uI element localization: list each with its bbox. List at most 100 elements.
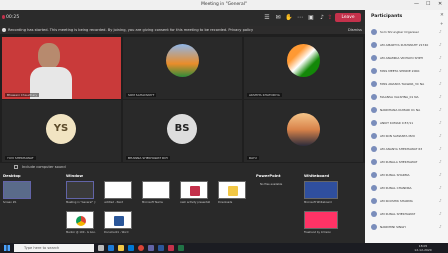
video-grid: Bhawani Chaudhary SOM SAHAYANIYT AKSHITA… — [0, 35, 365, 163]
tile-name: RAYU — [247, 156, 259, 160]
chrome-taskbar-icon[interactable] — [138, 245, 144, 251]
minimize-button[interactable]: — — [414, 1, 419, 7]
window-thumbnail[interactable] — [104, 211, 132, 229]
window-title: Meeting in "General" — [201, 2, 247, 7]
window-thumbnail[interactable] — [180, 181, 208, 199]
camera-icon[interactable]: ▣ — [307, 14, 315, 22]
participant-avatar — [371, 198, 377, 204]
whiteboard-thumbnail-label: Freehand by InVision — [304, 231, 332, 234]
video-tile[interactable]: RAYU — [244, 100, 363, 162]
participant-row[interactable]: Som Shrungbar Organiser ♪ — [369, 28, 447, 37]
window-thumbnail[interactable] — [142, 181, 170, 199]
powerpoint-taskbar-icon[interactable] — [168, 245, 174, 251]
raise-hand-icon[interactable]: ✋ — [285, 14, 293, 22]
teams-icon[interactable] — [148, 245, 154, 251]
mic-icon[interactable]: ♪ — [318, 14, 326, 22]
mic-muted-icon: ♪ — [439, 198, 442, 203]
participant-row[interactable]: AM KON SAMANTA M20 ♪ — [369, 132, 447, 141]
video-tile[interactable]: Bhawani Chaudhary — [2, 37, 121, 99]
include-sound-checkbox[interactable] — [14, 165, 18, 169]
participant-name: MISS ANANYA TALWAR_3C NA — [380, 81, 425, 86]
participant-row[interactable]: AM ANANYA SHEKHAWAT 63 ♪ — [369, 145, 447, 154]
participants-title: Participants — [371, 14, 403, 19]
more-icon[interactable]: ⋯ — [296, 14, 304, 22]
mic-muted-icon: ♪ — [439, 55, 442, 60]
participant-row[interactable]: AM KUNALA SHEKHAWAT ♪ — [369, 158, 447, 167]
participant-row[interactable]: AM KUNAL CHANDRA ♪ — [369, 184, 447, 193]
participant-avatar — [371, 42, 377, 48]
participant-name: AM ANAMIKA VIDHAYO SHPH — [380, 55, 423, 60]
meeting-toolbar: 00:25 ☰ ✉ ✋ ⋯ ▣ ♪ ⇪ Leave — [0, 10, 365, 26]
participant-row[interactable]: AM AMARTYA KUSHWAHT 21740 ♪ — [369, 41, 447, 50]
participant-avatar — [371, 224, 377, 230]
edge-icon[interactable] — [108, 245, 114, 251]
window-thumbnail[interactable] — [66, 181, 94, 199]
word-taskbar-icon[interactable] — [158, 245, 164, 251]
mic-muted-icon: ♪ — [439, 81, 442, 86]
close-panel-icon[interactable]: ✕ — [440, 13, 444, 18]
participant-name: AM AMARTYA KUSHWAHT 21740 — [380, 42, 429, 47]
leave-button[interactable]: Leave — [335, 13, 361, 22]
mic-muted-icon: ♪ — [439, 133, 442, 138]
close-button[interactable]: ✕ — [438, 1, 442, 7]
include-sound-label: Include computer sound — [22, 165, 66, 169]
profile-avatar — [287, 113, 320, 146]
chat-icon[interactable]: ✉ — [274, 14, 282, 22]
recording-dot-icon — [2, 15, 5, 19]
excel-taskbar-icon[interactable] — [178, 245, 184, 251]
whiteboard-thumbnail[interactable] — [304, 211, 338, 229]
mic-muted-icon: ♪ — [439, 211, 442, 216]
desktop-heading: Desktop — [3, 173, 21, 178]
participant-avatar — [371, 55, 377, 61]
window-thumbnail[interactable] — [104, 181, 132, 199]
chrome-icon — [76, 216, 86, 226]
share-tray-icon[interactable]: ⇪ — [326, 14, 334, 22]
initials-avatar: YS — [46, 114, 76, 144]
participant-row[interactable]: ANKIT KUMAR 0 87/11 ♪ — [369, 119, 447, 128]
participant-row[interactable]: NANDHINI SINGH ♪ — [369, 223, 447, 232]
powerpoint-heading: PowerPoint — [256, 173, 281, 178]
task-view-icon[interactable] — [98, 245, 104, 251]
video-tile[interactable]: SOM SAHAYANIYT — [123, 37, 242, 99]
tile-name: BHAWNA SHEKHAWAT ROY — [126, 156, 171, 160]
participant-row[interactable]: AM KUNAL SHEKHAWAT ♪ — [369, 210, 447, 219]
participant-name: NANDHANA KUMARI 01 NA — [380, 107, 421, 112]
mic-muted-icon: ♪ — [439, 185, 442, 190]
taskbar-search-input[interactable]: Type here to search — [14, 244, 94, 252]
video-tile[interactable]: AKSHITA KHATODIYA — [244, 37, 363, 99]
add-people-icon[interactable]: + — [440, 21, 443, 26]
window-thumbnail[interactable] — [66, 211, 94, 229]
participant-avatar — [371, 29, 377, 35]
video-tile[interactable]: BS BHAWNA SHEKHAWAT ROY — [123, 100, 242, 162]
whiteboard-thumbnail-label: Microsoft Whiteboard — [304, 201, 332, 204]
mic-muted-icon: ♪ — [439, 94, 442, 99]
profile-avatar — [166, 44, 199, 77]
mic-muted-icon: ♪ — [439, 107, 442, 112]
maximize-button[interactable]: ☐ — [426, 1, 430, 7]
participant-row[interactable]: NANDHANA KUMARI 01 NA ♪ — [369, 106, 447, 115]
video-tile[interactable]: YS YUVI SHEKHAWAT — [2, 100, 121, 162]
start-icon[interactable] — [4, 245, 10, 251]
explorer-icon[interactable] — [118, 245, 124, 251]
participant-row[interactable]: MAANSA VALSHNA_01 NA ♪ — [369, 93, 447, 102]
participant-row[interactable]: MISS ANANYA TALWAR_3C NA ♪ — [369, 80, 447, 89]
participant-row[interactable]: MISS MEETA SHINDE 20KK ♪ — [369, 67, 447, 76]
participant-row[interactable]: AM ANAMIKA VIDHAYO SHPH ♪ — [369, 54, 447, 63]
participant-avatar — [371, 146, 377, 152]
participant-avatar — [371, 120, 377, 126]
participant-avatar — [371, 172, 377, 178]
participant-name: AM KON SAMANTA M20 — [380, 133, 415, 138]
window-titlebar: Meeting in "General" — ☐ ✕ — [0, 0, 448, 10]
participant-row[interactable]: AM KOUSHIK SHARMA ♪ — [369, 197, 447, 206]
whiteboard-thumbnail[interactable] — [304, 181, 338, 199]
desktop-thumbnail[interactable] — [3, 181, 31, 199]
mic-muted-icon: ♪ — [439, 172, 442, 177]
store-icon[interactable] — [128, 245, 134, 251]
participant-avatar — [371, 159, 377, 165]
window-thumbnail[interactable] — [218, 181, 246, 199]
dismiss-button[interactable]: Dismiss — [348, 28, 362, 32]
people-icon[interactable]: ☰ — [263, 14, 271, 22]
participant-row[interactable]: AM KUNAL SHARMA ♪ — [369, 171, 447, 180]
participant-name: AM KUNAL SHEKHAWAT — [380, 211, 416, 216]
participant-name: AM ANANYA SHEKHAWAT 63 — [380, 146, 423, 151]
